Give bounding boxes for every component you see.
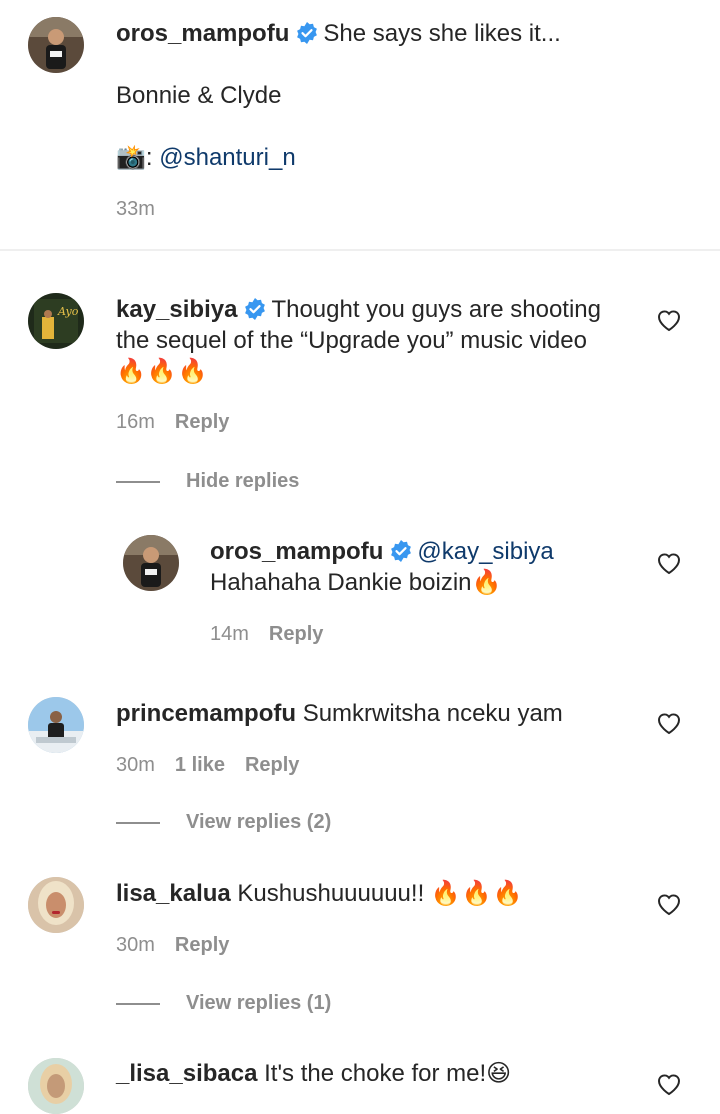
comment-username[interactable]: princemampofu [116, 700, 296, 727]
reply-body: oros_mampofu @kay_sibiya Hahahaha Dankie … [210, 536, 650, 598]
likes-count[interactable]: 1 like [175, 754, 225, 777]
comment-text: Sumkrwitsha nceku yam [302, 700, 563, 727]
thread-line [116, 1002, 160, 1005]
comment-meta: 16m Reply [116, 411, 229, 434]
hide-replies-label: Hide replies [186, 470, 300, 492]
thread-line [116, 480, 160, 483]
caption-timestamp: 33m [116, 198, 155, 220]
reply-button[interactable]: Reply [175, 411, 229, 434]
reply-button[interactable]: Reply [269, 623, 323, 646]
view-replies-label: View replies (2) [186, 811, 332, 833]
verified-badge-icon [245, 298, 266, 320]
comment-username[interactable]: lisa_kalua [116, 880, 231, 907]
comment-body: princemampofu Sumkrwitsha nceku yam [116, 698, 563, 729]
caption-line2: Bonnie & Clyde [116, 82, 282, 109]
credit-separator: : [145, 144, 153, 171]
verified-badge-icon [391, 540, 412, 562]
reply-button[interactable]: Reply [175, 934, 229, 957]
thread-line [116, 821, 160, 824]
caption-line1: oros_mampofu She says she likes it... [116, 18, 561, 49]
comment-meta: 30m Reply [116, 934, 229, 957]
comment-text: It's the choke for me! [264, 1060, 487, 1087]
caption-divider [0, 249, 720, 251]
heart-outline-icon[interactable] [656, 308, 682, 332]
laughing-emoji: 😆 [486, 1060, 512, 1087]
reply-meta: 14m Reply [210, 623, 323, 646]
heart-outline-icon[interactable] [656, 892, 682, 916]
fire-emoji: 🔥🔥🔥 [116, 358, 209, 385]
reply-timestamp: 14m [210, 623, 249, 645]
reply-text: Hahahaha Dankie boizin [210, 569, 472, 596]
comment-text: Kushushuuuuuu!! [237, 880, 425, 907]
comment-timestamp: 30m [116, 754, 155, 776]
comment-username[interactable]: kay_sibiya [116, 296, 237, 323]
comment-body: _lisa_sibaca It's the choke for me!😆 [116, 1058, 511, 1089]
camera-emoji: 📸 [116, 144, 146, 171]
comment-username[interactable]: _lisa_sibaca [116, 1060, 257, 1087]
comment-text: the sequel of the “Upgrade you” music vi… [116, 327, 587, 354]
credit-mention-link[interactable]: @shanturi_n [159, 144, 295, 171]
fire-emoji: 🔥🔥🔥 [430, 880, 524, 907]
heart-outline-icon[interactable] [656, 711, 682, 735]
comment-meta: 30m 1 like Reply [116, 754, 299, 777]
svg-text:Ayo: Ayo [57, 305, 79, 318]
caption-credit: 📸: @shanturi_n [116, 142, 296, 173]
commenter-avatar[interactable] [28, 697, 84, 753]
commenter-avatar[interactable] [28, 877, 84, 933]
comment-timestamp: 16m [116, 411, 155, 433]
commenter-avatar[interactable]: Ayo [28, 293, 84, 349]
hide-replies-toggle[interactable]: Hide replies [116, 470, 299, 493]
verified-badge-icon [297, 22, 318, 44]
author-avatar[interactable] [28, 17, 84, 73]
heart-outline-icon[interactable] [656, 551, 682, 575]
comment-body: kay_sibiya Thought you guys are shooting … [116, 294, 656, 387]
caption-text: She says she likes it... [323, 20, 561, 47]
reply-button[interactable]: Reply [245, 754, 299, 777]
heart-outline-icon[interactable] [656, 1072, 682, 1096]
view-replies-toggle[interactable]: View replies (1) [116, 992, 331, 1015]
comment-timestamp: 30m [116, 934, 155, 956]
view-replies-label: View replies (1) [186, 992, 332, 1014]
comment-body: lisa_kalua Kushushuuuuuu!! 🔥🔥🔥 [116, 878, 524, 909]
caption-meta: 33m [116, 198, 155, 221]
reply-mention-link[interactable]: @kay_sibiya [417, 538, 553, 565]
reply-avatar[interactable] [123, 535, 179, 591]
view-replies-toggle[interactable]: View replies (2) [116, 811, 331, 834]
author-username[interactable]: oros_mampofu [116, 20, 289, 47]
fire-emoji: 🔥 [471, 569, 503, 596]
commenter-avatar[interactable] [28, 1058, 84, 1114]
reply-username[interactable]: oros_mampofu [210, 538, 383, 565]
comment-text: Thought you guys are shooting [271, 296, 601, 323]
